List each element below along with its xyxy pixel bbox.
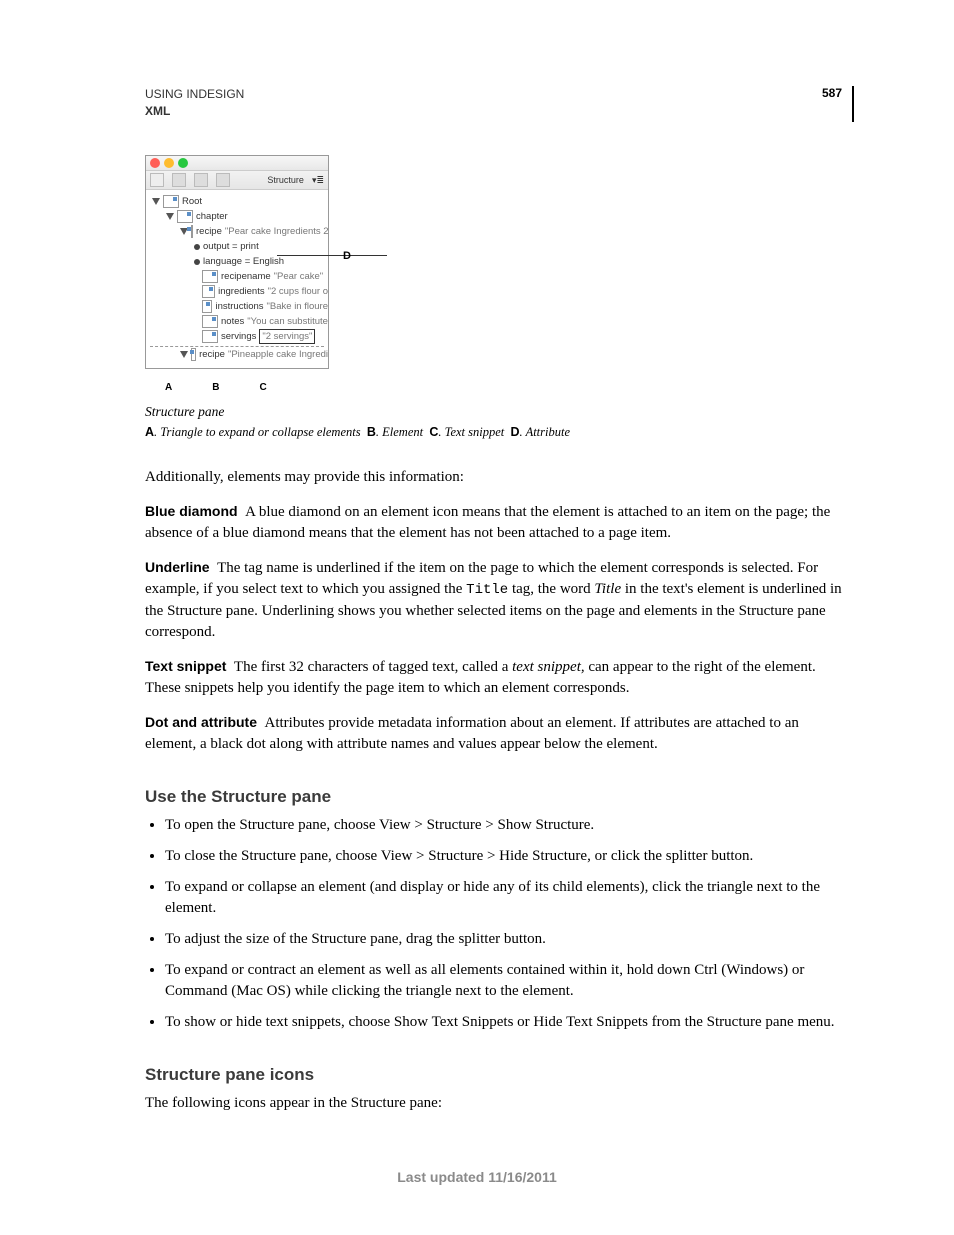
callout-line	[277, 255, 387, 256]
element-icon	[202, 315, 218, 328]
term-text-snippet: Text snippet	[145, 658, 226, 674]
disclosure-triangle-icon	[166, 213, 174, 220]
list-item: To show or hide text snippets, choose Sh…	[165, 1012, 845, 1033]
callout-c: C	[259, 381, 266, 395]
page-header: USING INDESIGN XML 587	[145, 86, 854, 122]
attribute-dot-icon	[194, 259, 200, 265]
def-blue-diamond: Blue diamond A blue diamond on an elemen…	[145, 502, 845, 544]
ingredients-element: ingredients	[218, 285, 264, 298]
heading-use-structure-pane: Use the Structure pane	[145, 785, 845, 809]
close-icon	[150, 158, 160, 168]
legend-d-label: D	[511, 425, 520, 439]
header-section: XML	[145, 103, 244, 120]
body-structure-pane-icons: The following icons appear in the Struct…	[145, 1093, 845, 1114]
body-blue-diamond: A blue diamond on an element icon means …	[145, 504, 830, 541]
panel-title: Structure	[267, 174, 304, 187]
def-dot-attribute: Dot and attribute Attributes provide met…	[145, 713, 845, 755]
text-snippet: "Pineapple cake Ingredi	[228, 348, 328, 361]
term-dot-attribute: Dot and attribute	[145, 714, 257, 730]
element-icon	[191, 225, 193, 238]
element-icon	[202, 330, 218, 343]
header-title: USING INDESIGN	[145, 86, 244, 103]
list-item: To adjust the size of the Structure pane…	[165, 929, 845, 950]
header-rule	[852, 86, 854, 122]
text-snippet: "2 servings"	[259, 329, 315, 344]
page-number: 587	[822, 86, 842, 100]
tool-icon	[194, 173, 208, 187]
term-underline: Underline	[145, 559, 210, 575]
def-text-snippet: Text snippet The first 32 characters of …	[145, 657, 845, 699]
minimize-icon	[164, 158, 174, 168]
root-element: Root	[182, 195, 202, 208]
element-icon	[202, 270, 218, 283]
element-icon	[177, 210, 193, 223]
legend-a-text: Triangle to expand or collapse elements	[160, 425, 360, 439]
body-snippet-a: The first 32 characters of tagged text, …	[234, 659, 512, 675]
recipe-element: recipe	[199, 348, 225, 361]
heading-structure-pane-icons: Structure pane icons	[145, 1063, 845, 1087]
legend-d-text: Attribute	[526, 425, 570, 439]
footer-updated: Last updated 11/16/2011	[0, 1169, 954, 1185]
element-icon	[163, 195, 179, 208]
intro-text: Additionally, elements may provide this …	[145, 467, 845, 488]
tool-icon	[150, 173, 164, 187]
callout-d: D	[343, 249, 351, 264]
element-icon	[202, 300, 212, 313]
term-blue-diamond: Blue diamond	[145, 503, 238, 519]
italic-title: Title	[594, 581, 621, 597]
italic-text-snippet: text snippet,	[512, 659, 584, 675]
chapter-element: chapter	[196, 210, 228, 223]
notes-element: notes	[221, 315, 244, 328]
callout-a: A	[165, 381, 172, 395]
body-underline-b: tag, the word	[508, 581, 594, 597]
text-snippet: "You can substitute	[247, 315, 328, 328]
def-underline: Underline The tag name is underlined if …	[145, 558, 845, 643]
code-title: Title	[466, 582, 508, 598]
panel-menu-icon: ▾≣	[312, 174, 324, 187]
figure-caption: Structure pane	[145, 403, 845, 422]
instructions-element: instructions	[215, 300, 263, 313]
tool-icon	[172, 173, 186, 187]
structure-pane-list: To open the Structure pane, choose View …	[145, 815, 845, 1033]
list-item: To expand or collapse an element (and di…	[165, 877, 845, 919]
callout-b: B	[212, 381, 219, 395]
legend-c-text: Text snippet	[445, 425, 505, 439]
servings-element: servings	[221, 330, 256, 343]
legend-b-label: B	[367, 425, 376, 439]
element-icon	[202, 285, 215, 298]
legend-b-text: Element	[382, 425, 423, 439]
text-snippet: "2 cups flour o	[268, 285, 328, 298]
structure-pane-figure: Structure ▾≣ Root chapter recipe"Pear ca…	[145, 155, 329, 369]
text-snippet: "Pear cake Ingredients 2	[225, 225, 329, 238]
text-snippet: "Pear cake"	[274, 270, 324, 283]
disclosure-triangle-icon	[152, 198, 160, 205]
attribute-output: output = print	[203, 240, 259, 253]
list-item: To expand or contract an element as well…	[165, 960, 845, 1002]
element-icon	[191, 348, 196, 361]
legend-a-label: A	[145, 425, 154, 439]
list-item: To open the Structure pane, choose View …	[165, 815, 845, 836]
list-item: To close the Structure pane, choose View…	[165, 846, 845, 867]
zoom-icon	[178, 158, 188, 168]
recipename-element: recipename	[221, 270, 271, 283]
attribute-dot-icon	[194, 244, 200, 250]
tool-icon	[216, 173, 230, 187]
recipe-element: recipe	[196, 225, 222, 238]
legend-c-label: C	[429, 425, 438, 439]
figure-legend: A. Triangle to expand or collapse elemen…	[145, 424, 845, 442]
text-snippet: "Bake in floure	[267, 300, 328, 313]
disclosure-triangle-icon	[180, 351, 188, 358]
attribute-language: language = English	[203, 255, 284, 268]
